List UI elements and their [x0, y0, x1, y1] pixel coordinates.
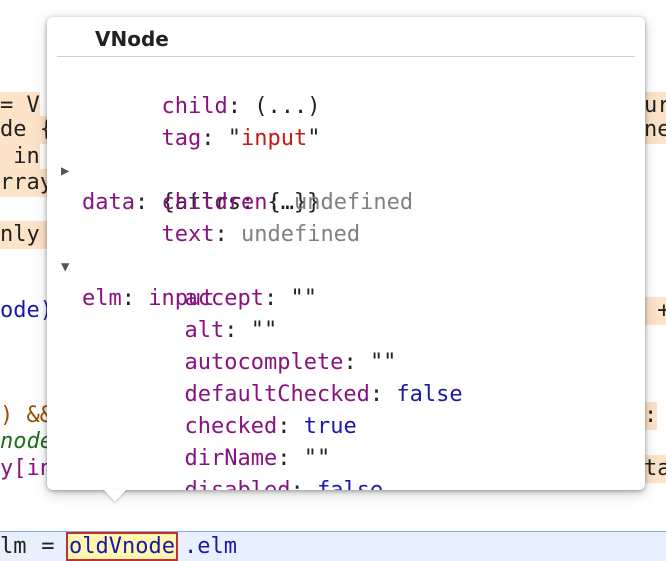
property-value: input [240, 126, 308, 151]
code-fragment: de { [0, 116, 53, 144]
code-fragment: ne [644, 116, 666, 144]
tree-row[interactable]: autocomplete: "" [105, 315, 396, 375]
tree-row[interactable]: tag: "input" [82, 91, 320, 151]
object-preview-popover[interactable]: VNode child: (...) tag: "input" ▶ data: … [47, 17, 645, 490]
property-key: tag [161, 126, 202, 151]
code-token: = [28, 534, 68, 559]
code-fragment: ode) [0, 298, 53, 323]
tree-row[interactable]: child: (...) [82, 59, 320, 119]
code-fragment: : [644, 402, 658, 430]
code-fragment: node [0, 429, 53, 454]
tree-row[interactable]: ▼ elm: input [61, 219, 214, 311]
code-fragment: nly [0, 221, 53, 249]
current-code-line[interactable]: lm = oldVnode .elm [0, 531, 666, 561]
tree-row[interactable]: accept: "" [105, 251, 316, 311]
code-token: lm [0, 534, 27, 559]
tree-row[interactable]: form: null [105, 475, 317, 490]
tree-row[interactable]: alt: "" [105, 283, 277, 343]
property-value: false [317, 478, 383, 490]
tree-row[interactable]: children: undefined [82, 155, 413, 215]
property-tree[interactable]: child: (...) tag: "input" ▶ data: {attrs… [47, 43, 645, 490]
code-fragment: in [0, 143, 40, 171]
tree-row[interactable]: disabled: false [105, 443, 383, 490]
triangle-right-icon[interactable]: ▶ [61, 155, 69, 187]
code-fragment: ) && [0, 403, 53, 428]
tree-row[interactable]: ▶ data: {attrs: {…}} [61, 123, 320, 215]
property-value: false [396, 382, 463, 407]
code-fragment: ta [644, 455, 666, 483]
triangle-down-icon[interactable]: ▼ [61, 251, 69, 283]
tree-row[interactable]: defaultChecked: false [105, 347, 462, 407]
hovered-expression[interactable]: oldVnode [66, 532, 178, 561]
tree-row[interactable]: checked: true [105, 379, 356, 439]
property-value: "" [290, 286, 317, 311]
property-value: undefined [240, 222, 361, 247]
code-token: .elm [184, 534, 237, 559]
code-fragment: y[in [0, 456, 53, 481]
tree-row[interactable]: text: undefined [82, 187, 360, 247]
code-fragment: + [644, 297, 666, 325]
tree-row[interactable]: dirName: "" [105, 411, 330, 471]
popover-pointer [103, 489, 127, 502]
property-key: text [161, 222, 215, 247]
code-fragment: rray [0, 169, 53, 197]
